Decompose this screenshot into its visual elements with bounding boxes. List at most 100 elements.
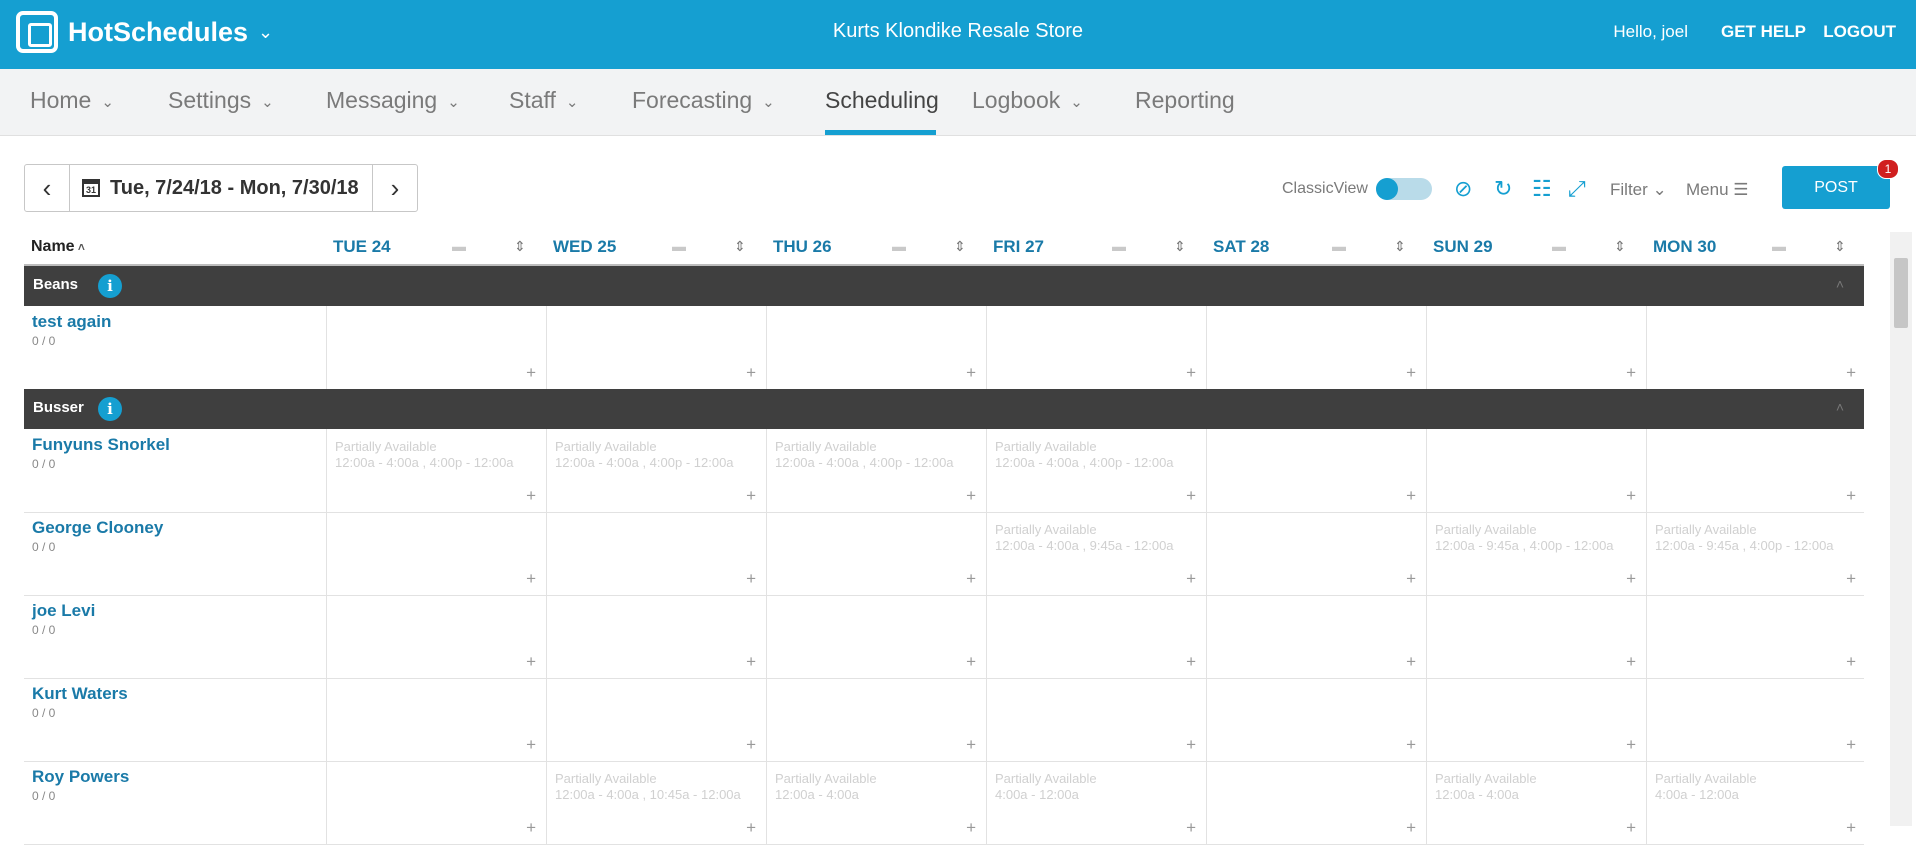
add-shift-icon[interactable]: +: [526, 818, 536, 838]
group-header-busser[interactable]: Busser i ˄: [24, 389, 1864, 429]
nav-item-home[interactable]: Home ⌄: [30, 87, 114, 114]
shift-cell[interactable]: +: [986, 595, 1206, 678]
add-shift-icon[interactable]: +: [1406, 486, 1416, 506]
day-notes-icon[interactable]: ▬: [1112, 238, 1126, 254]
nav-item-forecasting[interactable]: Forecasting ⌄: [632, 87, 775, 114]
fullscreen-icon[interactable]: ⤢: [1568, 176, 1586, 202]
add-shift-icon[interactable]: +: [746, 735, 756, 755]
logout-link[interactable]: LOGOUT: [1823, 22, 1896, 42]
add-shift-icon[interactable]: +: [526, 363, 536, 383]
scrollbar-thumb[interactable]: [1894, 258, 1908, 328]
next-week-button[interactable]: ›: [373, 165, 417, 211]
add-shift-icon[interactable]: +: [966, 818, 976, 838]
add-shift-icon[interactable]: +: [966, 569, 976, 589]
add-shift-icon[interactable]: +: [1626, 486, 1636, 506]
add-shift-icon[interactable]: +: [966, 735, 976, 755]
add-shift-icon[interactable]: +: [966, 652, 976, 672]
shift-cell[interactable]: +: [1206, 678, 1426, 761]
shift-cell[interactable]: Partially Available 12:00a - 4:00a , 4:0…: [326, 429, 546, 512]
shift-cell[interactable]: +: [1646, 306, 1866, 389]
hide-icon[interactable]: ⊘: [1454, 176, 1472, 202]
shift-cell[interactable]: +: [1646, 429, 1866, 512]
list-view-icon[interactable]: ☷: [1532, 176, 1552, 202]
employee-name-link[interactable]: Funyuns Snorkel: [32, 435, 170, 455]
post-button[interactable]: POST: [1782, 166, 1890, 209]
add-shift-icon[interactable]: +: [1846, 818, 1856, 838]
add-shift-icon[interactable]: +: [746, 818, 756, 838]
shift-cell[interactable]: Partially Available 12:00a - 4:00a , 4:0…: [986, 429, 1206, 512]
add-shift-icon[interactable]: +: [1186, 363, 1196, 383]
get-help-link[interactable]: GET HELP: [1721, 22, 1806, 42]
shift-cell[interactable]: Partially Available 12:00a - 4:00a , 9:4…: [986, 512, 1206, 595]
day-sort-icon[interactable]: ⇕: [1394, 238, 1406, 255]
shift-cell[interactable]: Partially Available 12:00a - 4:00a , 4:0…: [766, 429, 986, 512]
shift-cell[interactable]: +: [326, 306, 546, 389]
shift-cell[interactable]: +: [1206, 306, 1426, 389]
shift-cell[interactable]: +: [766, 595, 986, 678]
shift-cell[interactable]: +: [546, 512, 766, 595]
shift-cell[interactable]: +: [1426, 595, 1646, 678]
add-shift-icon[interactable]: +: [1626, 363, 1636, 383]
shift-cell[interactable]: +: [326, 595, 546, 678]
shift-cell[interactable]: +: [326, 678, 546, 761]
add-shift-icon[interactable]: +: [1626, 735, 1636, 755]
classic-view-toggle[interactable]: [1376, 178, 1432, 200]
day-sort-icon[interactable]: ⇕: [514, 238, 526, 255]
day-sort-icon[interactable]: ⇕: [734, 238, 746, 255]
shift-cell[interactable]: +: [986, 678, 1206, 761]
date-range-field[interactable]: 31 Tue, 7/24/18 - Mon, 7/30/18: [69, 165, 373, 211]
shift-cell[interactable]: +: [1426, 306, 1646, 389]
employee-name-link[interactable]: Roy Powers: [32, 767, 129, 787]
nav-item-scheduling[interactable]: Scheduling: [825, 87, 939, 114]
add-shift-icon[interactable]: +: [1846, 735, 1856, 755]
filter-dropdown[interactable]: Filter ⌄: [1610, 180, 1667, 200]
day-notes-icon[interactable]: ▬: [1552, 238, 1566, 254]
shift-cell[interactable]: +: [1206, 429, 1426, 512]
nav-item-logbook[interactable]: Logbook ⌄: [972, 87, 1083, 114]
shift-cell[interactable]: Partially Available 12:00a - 4:00a , 10:…: [546, 761, 766, 844]
add-shift-icon[interactable]: +: [1846, 363, 1856, 383]
menu-button[interactable]: Menu ☰: [1686, 180, 1749, 200]
shift-cell[interactable]: +: [1206, 512, 1426, 595]
refresh-icon[interactable]: ↻: [1494, 176, 1512, 202]
add-shift-icon[interactable]: +: [966, 363, 976, 383]
shift-cell[interactable]: +: [546, 306, 766, 389]
collapse-icon[interactable]: ˄: [1836, 276, 1844, 292]
day-notes-icon[interactable]: ▬: [1772, 238, 1786, 254]
shift-cell[interactable]: Partially Available 12:00a - 9:45a , 4:0…: [1646, 512, 1866, 595]
add-shift-icon[interactable]: +: [746, 569, 756, 589]
add-shift-icon[interactable]: +: [1186, 652, 1196, 672]
shift-cell[interactable]: Partially Available 4:00a - 12:00a +: [1646, 761, 1866, 844]
add-shift-icon[interactable]: +: [1186, 735, 1196, 755]
day-notes-icon[interactable]: ▬: [452, 238, 466, 254]
add-shift-icon[interactable]: +: [1406, 569, 1416, 589]
add-shift-icon[interactable]: +: [1846, 569, 1856, 589]
info-icon[interactable]: i: [98, 274, 122, 298]
shift-cell[interactable]: Partially Available 12:00a - 9:45a , 4:0…: [1426, 512, 1646, 595]
shift-cell[interactable]: Partially Available 12:00a - 4:00a +: [766, 761, 986, 844]
add-shift-icon[interactable]: +: [1846, 486, 1856, 506]
day-sort-icon[interactable]: ⇕: [1614, 238, 1626, 255]
add-shift-icon[interactable]: +: [1186, 818, 1196, 838]
add-shift-icon[interactable]: +: [1406, 818, 1416, 838]
group-header-beans[interactable]: Beans i ˄: [24, 266, 1864, 306]
day-notes-icon[interactable]: ▬: [1332, 238, 1346, 254]
shift-cell[interactable]: +: [766, 306, 986, 389]
day-notes-icon[interactable]: ▬: [672, 238, 686, 254]
add-shift-icon[interactable]: +: [1626, 818, 1636, 838]
shift-cell[interactable]: +: [326, 761, 546, 844]
shift-cell[interactable]: +: [1426, 429, 1646, 512]
nav-item-settings[interactable]: Settings ⌄: [168, 87, 274, 114]
shift-cell[interactable]: +: [1426, 678, 1646, 761]
day-sort-icon[interactable]: ⇕: [1834, 238, 1846, 255]
shift-cell[interactable]: +: [1646, 678, 1866, 761]
employee-name-link[interactable]: test again: [32, 312, 111, 332]
vertical-scrollbar[interactable]: [1890, 232, 1912, 826]
employee-name-link[interactable]: George Clooney: [32, 518, 163, 538]
shift-cell[interactable]: +: [1206, 761, 1426, 844]
nav-item-messaging[interactable]: Messaging ⌄: [326, 87, 460, 114]
nav-item-reporting[interactable]: Reporting: [1135, 87, 1235, 114]
add-shift-icon[interactable]: +: [1406, 652, 1416, 672]
day-notes-icon[interactable]: ▬: [892, 238, 906, 254]
employee-name-link[interactable]: joe Levi: [32, 601, 95, 621]
